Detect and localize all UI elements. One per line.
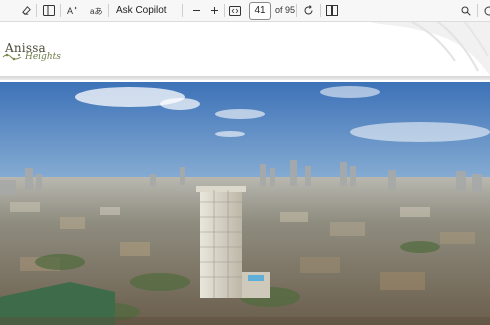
page-view-icon[interactable] bbox=[324, 0, 340, 21]
more-icon[interactable] bbox=[482, 0, 490, 21]
zoom-in-icon[interactable] bbox=[207, 0, 221, 21]
toolbar-divider bbox=[224, 4, 225, 17]
rotate-icon[interactable] bbox=[300, 0, 316, 21]
sidebar-toggle-icon[interactable] bbox=[41, 0, 57, 21]
pdf-toolbar: A aあ Ask Copilot of 95 bbox=[0, 0, 490, 22]
read-aloud-icon[interactable]: A bbox=[65, 0, 81, 21]
pdf-page: Anissa Heights bbox=[0, 22, 490, 325]
toolbar-divider bbox=[36, 4, 37, 17]
ask-copilot-button[interactable]: Ask Copilot bbox=[116, 0, 167, 21]
translate-icon[interactable]: aあ bbox=[88, 0, 104, 21]
page-header: Anissa Heights bbox=[0, 22, 490, 76]
tower-building bbox=[200, 190, 242, 298]
eraser-icon[interactable] bbox=[18, 0, 34, 21]
toolbar-divider bbox=[108, 4, 109, 17]
search-icon[interactable] bbox=[459, 0, 473, 21]
svg-text:aあ: aあ bbox=[90, 7, 102, 16]
svg-text:A: A bbox=[67, 6, 73, 16]
logo-subtitle: Heights bbox=[25, 52, 61, 62]
page-number-input[interactable] bbox=[249, 2, 271, 20]
toolbar-divider bbox=[296, 4, 297, 17]
anissa-heights-logo: Anissa Heights bbox=[2, 41, 61, 62]
toolbar-divider bbox=[477, 4, 478, 17]
toolbar-divider bbox=[182, 4, 183, 17]
toolbar-divider bbox=[320, 4, 321, 17]
zoom-out-icon[interactable] bbox=[189, 0, 203, 21]
leaf-watermark bbox=[370, 22, 490, 76]
fit-page-icon[interactable] bbox=[227, 0, 243, 21]
city-aerial-photo bbox=[0, 82, 490, 325]
toolbar-divider bbox=[60, 4, 61, 17]
header-divider bbox=[0, 76, 490, 80]
total-pages-label: of 95 bbox=[275, 5, 296, 15]
logo-vine-icon bbox=[2, 53, 22, 61]
